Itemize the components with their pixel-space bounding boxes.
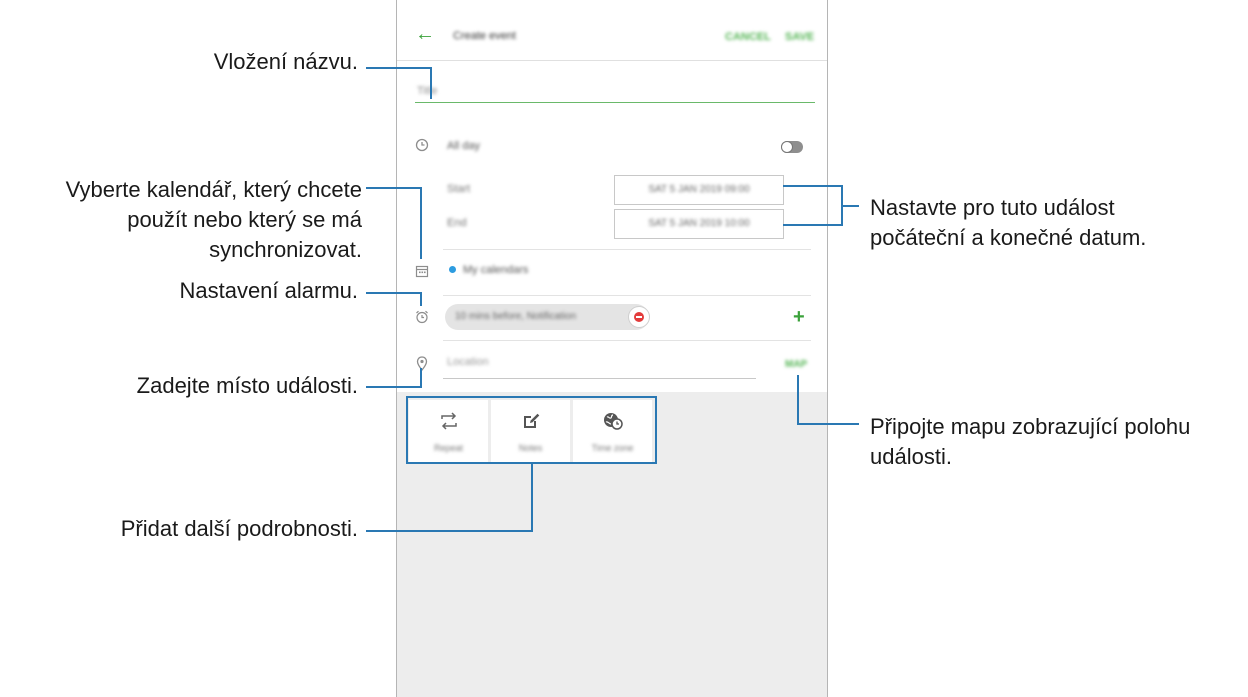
callout-line: [366, 67, 432, 69]
callout-line: [366, 386, 422, 388]
calendar-icon: [415, 264, 429, 283]
callout-line: [783, 224, 843, 226]
callout-line: [366, 187, 422, 189]
callout-line: [420, 292, 422, 306]
top-bar: ← Create event CANCEL SAVE: [397, 0, 827, 66]
start-date-value: SAT 5 JAN 2019 09:00: [648, 184, 750, 195]
map-button[interactable]: MAP: [785, 359, 807, 370]
divider: [443, 249, 811, 250]
callout-location-text: Zadejte místo události.: [136, 373, 358, 398]
details-buttons: Repeat Notes Time zone: [409, 400, 652, 462]
time-zone-icon: [573, 412, 652, 436]
callout-dates-line: počáteční a konečné datum.: [870, 225, 1147, 250]
notes-icon: [491, 412, 570, 436]
all-day-toggle[interactable]: [781, 141, 803, 153]
callout-map-line: Připojte mapu zobrazující polohu: [870, 414, 1191, 439]
callout-calendar: Vyberte kalendář, který chcete použít ne…: [66, 175, 362, 265]
callout-details-text: Přidat další podrobnosti.: [120, 516, 358, 541]
time-zone-button[interactable]: Time zone: [573, 400, 652, 462]
callout-line: [655, 396, 657, 464]
callout-line: [797, 423, 859, 425]
divider: [443, 340, 811, 341]
title-input[interactable]: Title: [417, 85, 437, 97]
callout-line: [366, 530, 533, 532]
divider: [397, 60, 827, 61]
repeat-label: Repeat: [433, 443, 464, 453]
divider: [443, 295, 811, 296]
location-input[interactable]: Location: [447, 356, 489, 368]
callout-title: Vložení názvu.: [214, 47, 358, 77]
start-date-field[interactable]: SAT 5 JAN 2019 09:00: [614, 175, 784, 205]
callout-details: Přidat další podrobnosti.: [121, 514, 358, 544]
end-date-value: SAT 5 JAN 2019 10:00: [648, 218, 750, 229]
callout-map-line: události.: [870, 444, 952, 469]
callout-dates-line: Nastavte pro tuto událost: [870, 195, 1115, 220]
add-alarm-icon[interactable]: +: [793, 307, 805, 327]
time-zone-label: Time zone: [591, 443, 634, 453]
callout-calendar-line: použít nebo který se má: [127, 207, 362, 232]
location-pin-icon: [416, 356, 428, 376]
remove-alarm-button[interactable]: [628, 306, 650, 328]
callout-line: [366, 292, 422, 294]
end-date-field[interactable]: SAT 5 JAN 2019 10:00: [614, 209, 784, 239]
callout-calendar-line: Vyberte kalendář, který chcete: [65, 177, 362, 202]
callout-line: [797, 375, 799, 425]
clock-icon: [415, 138, 429, 157]
notes-label: Notes: [518, 443, 543, 453]
alarm-text: 10 mins before, Notification: [455, 311, 577, 322]
toggle-knob: [781, 141, 793, 153]
callout-line: [430, 67, 432, 99]
callout-line: [420, 187, 422, 259]
save-button[interactable]: SAVE: [785, 31, 814, 43]
callout-location: Zadejte místo události.: [137, 371, 358, 401]
end-label: End: [447, 217, 467, 229]
callout-calendar-line: synchronizovat.: [209, 237, 362, 262]
title-underline: [415, 102, 815, 103]
callout-title-text: Vložení názvu.: [213, 49, 358, 74]
callout-alarm-text: Nastavení alarmu.: [179, 278, 358, 303]
start-label: Start: [447, 183, 471, 195]
screen-title: Create event: [453, 30, 516, 42]
all-day-label: All day: [447, 140, 481, 152]
callout-line: [531, 462, 533, 531]
callout-line: [783, 185, 843, 187]
callout-line: [420, 368, 422, 388]
alarm-icon: [415, 310, 429, 329]
repeat-icon: [409, 412, 488, 436]
callout-dates: Nastavte pro tuto událost počáteční a ko…: [870, 193, 1146, 253]
callout-line: [406, 396, 657, 398]
repeat-button[interactable]: Repeat: [409, 400, 488, 462]
notes-button[interactable]: Notes: [491, 400, 570, 462]
callout-alarm: Nastavení alarmu.: [179, 276, 358, 306]
calendar-color-dot: [449, 266, 456, 273]
callout-line: [841, 205, 859, 207]
alarm-chip[interactable]: 10 mins before, Notification: [445, 304, 649, 330]
cancel-button[interactable]: CANCEL: [725, 31, 771, 43]
phone-screen: ← Create event CANCEL SAVE Title All day…: [396, 0, 828, 697]
callout-map: Připojte mapu zobrazující polohu událost…: [870, 412, 1190, 472]
back-arrow-icon[interactable]: ←: [415, 24, 435, 44]
minus-icon: [634, 312, 644, 322]
callout-line: [406, 396, 408, 464]
location-underline: [443, 378, 756, 379]
calendar-selector[interactable]: My calendars: [463, 264, 528, 276]
